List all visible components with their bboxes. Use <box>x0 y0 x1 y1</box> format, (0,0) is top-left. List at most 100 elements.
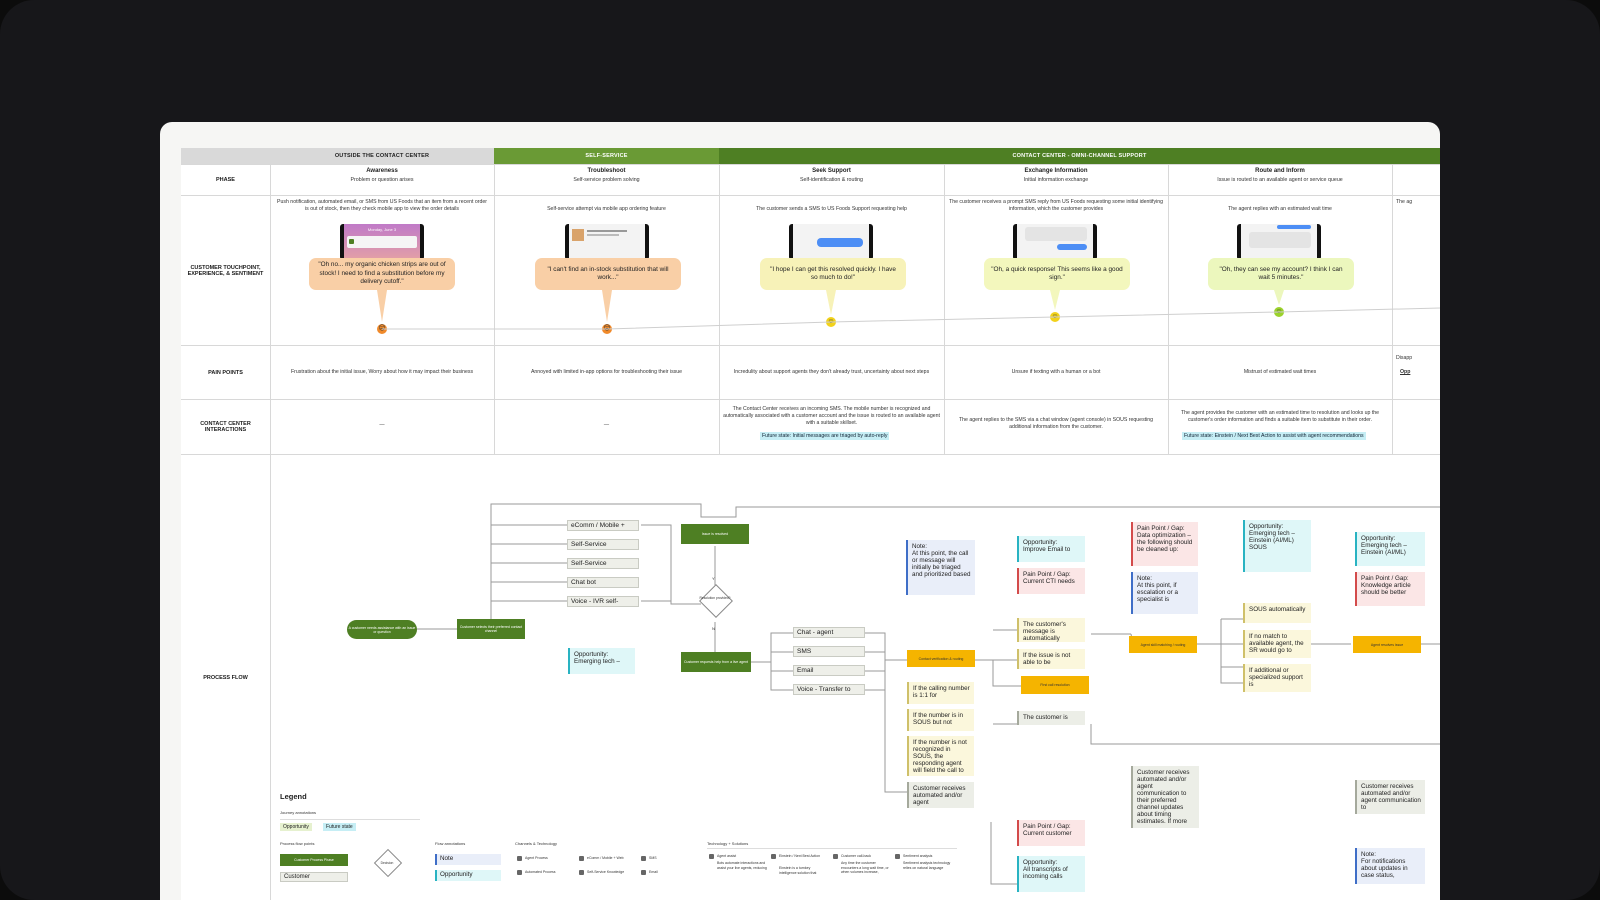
sticky-body: Current customer <box>1023 830 1072 837</box>
row-label-pain-points: PAIN POINTS <box>181 346 270 399</box>
start-node[interactable]: A customer needs assistance with an issu… <box>347 620 417 639</box>
condition-sticky[interactable]: If the calling number is 1:1 for <box>907 682 974 704</box>
legend-tech-name: Customer call-back <box>841 854 871 858</box>
agent-channel-voice-node[interactable]: Voice - Transfer to <box>793 684 865 695</box>
legend-divider <box>280 819 420 820</box>
decision-no-label: N <box>712 626 715 631</box>
no-match-sticky[interactable]: If no match to available agent, the SR w… <box>1243 630 1311 658</box>
opportunity-sticky[interactable]: Opportunity: Emerging tech – <box>568 648 635 674</box>
sticky-body: Knowledge article should be better <box>1361 582 1411 596</box>
legend-channels-heading: Channels & Technology <box>515 841 557 846</box>
row-divider <box>181 399 1440 400</box>
legend-tech-heading: Technology + Solutions <box>707 841 749 846</box>
sticky-heading: Pain Point / Gap: <box>1023 571 1071 578</box>
legend-tech-name: Sentiment analysis <box>903 854 933 858</box>
agent-process-icon <box>517 856 522 861</box>
auto-message-sticky[interactable]: The customer's message is automatically <box>1017 618 1085 642</box>
channel-self-service-node[interactable]: Self-Service <box>567 539 639 550</box>
sticky-body: Current CTI needs <box>1023 578 1075 585</box>
legend-flow-heading: Flow annotations <box>435 841 466 846</box>
legend-channel-item: eComm / Mobile + Web <box>587 856 624 860</box>
sous-auto-sticky[interactable]: SOUS automatically <box>1243 603 1311 623</box>
pain-point-sticky[interactable]: Pain Point / Gap: Knowledge article shou… <box>1355 572 1425 606</box>
legend-channel-item: Self-Service Knowledge <box>587 870 625 874</box>
request-agent-node[interactable]: Customer requests help from a live agent <box>681 652 751 672</box>
sticky-body: Improve Email to <box>1023 546 1071 553</box>
pain-point-sticky[interactable]: Pain Point / Gap: Data optimization – th… <box>1131 522 1198 566</box>
note-sticky[interactable]: Note: At this point, the call or message… <box>906 540 975 595</box>
condition-sticky[interactable]: If the number is in SOUS but not <box>907 709 974 731</box>
sticky-body: Emerging tech – Einstein (AI/ML) <box>1361 542 1407 556</box>
opportunity-sticky[interactable]: Opportunity: Improve Email to <box>1017 536 1085 562</box>
customer-receives-sticky[interactable]: Customer receives automated and/or agent… <box>1131 766 1199 828</box>
choose-channel-node[interactable]: Customer selects their preferred contact… <box>457 619 525 639</box>
interaction-text: The agent replies to the SMS via a chat … <box>958 417 1154 430</box>
app-frame: OUTSIDE THE CONTACT CENTER SELF-SERVICE … <box>0 0 1600 900</box>
channel-ivr-node[interactable]: Voice - IVR self- <box>567 596 639 607</box>
agent-resolves-node[interactable]: Agent resolves issue <box>1353 636 1421 653</box>
decision-yes-label: Y <box>712 576 715 581</box>
legend-decision-label: Decision <box>380 861 394 865</box>
note-sticky[interactable]: Note: For notifications about updates in… <box>1355 848 1425 884</box>
sticky-heading: Note: <box>912 543 928 550</box>
legend-tech-name: Agent assist <box>717 854 737 858</box>
sticky-heading: Opportunity: <box>1361 535 1396 542</box>
agent-channel-sms-node[interactable]: SMS <box>793 646 865 657</box>
legend-customer-process-node: Customer Process Phase <box>280 854 348 866</box>
legend-channel-item: Agent Process <box>525 856 548 860</box>
verification-routing-node[interactable]: Contact verification & routing <box>907 650 975 667</box>
future-state-tag: Future state: Einstein / Next Best Actio… <box>1182 432 1366 440</box>
legend-journey-heading: Journey annotations <box>280 810 317 815</box>
pain-point-text: Unsure if texting with a human or a bot <box>1011 369 1101 375</box>
sticky-heading: Opportunity: <box>574 651 609 658</box>
sticky-body: Emerging tech – <box>574 658 620 665</box>
customer-receives-sticky[interactable]: Customer receives automated and/or agent… <box>1355 780 1425 814</box>
mobile-icon <box>579 856 584 861</box>
legend-channel-item: Automated Process <box>525 870 556 874</box>
legend-tech-desc: Any time the customer encounters a long … <box>841 861 889 874</box>
channel-self-service-node[interactable]: Self-Service <box>567 558 639 569</box>
customer-receives-sticky[interactable]: Customer receives automated and/or agent <box>907 782 974 808</box>
legend-customer-node: Customer <box>280 872 348 882</box>
pain-point-sticky[interactable]: Pain Point / Gap: Current CTI needs <box>1017 568 1085 594</box>
channel-chat-bot-node[interactable]: Chat bot <box>567 577 639 588</box>
pain-point-text: Frustration about the initial issue, Wor… <box>290 369 474 375</box>
opportunity-sticky[interactable]: Opportunity: Emerging tech – Einstein (A… <box>1355 532 1425 566</box>
automated-process-icon <box>517 870 522 875</box>
sticky-body: SOUS <box>1249 544 1267 551</box>
sentiment-curve <box>382 307 1440 330</box>
legend-divider <box>707 848 957 849</box>
condition-sticky[interactable]: If the number is not recognized in SOUS,… <box>907 736 974 776</box>
agent-skill-matching-node[interactable]: Agent skill matching / routing <box>1129 636 1197 653</box>
journey-map: OUTSIDE THE CONTACT CENTER SELF-SERVICE … <box>181 148 1440 900</box>
note-sticky[interactable]: Note: At this point, if escalation or a … <box>1131 572 1198 614</box>
channel-ecomm-node[interactable]: eComm / Mobile + <box>567 520 639 531</box>
sticky-heading: Pain Point / Gap: <box>1023 823 1071 830</box>
legend-tech-name: Einstein / Next Best Action <box>779 854 821 858</box>
sticky-heading: Pain Point / Gap: <box>1137 525 1185 532</box>
additional-support-sticky[interactable]: If additional or specialized support is <box>1243 664 1311 692</box>
sticky-body: For notifications about updates in case … <box>1361 858 1408 879</box>
opportunity-text: Opp <box>1400 369 1411 375</box>
sticky-body: At this point, the call or message will … <box>912 550 971 578</box>
agent-assist-icon <box>709 854 714 859</box>
pain-point-text: Annoyed with limited in-app options for … <box>530 369 683 375</box>
customer-is-sticky[interactable]: The customer is <box>1017 711 1085 725</box>
pain-point-text: Incredulity about support agents they do… <box>733 369 930 375</box>
email-icon <box>641 870 646 875</box>
agent-channel-chat-node[interactable]: Chat - agent <box>793 627 865 638</box>
opportunity-sticky[interactable]: Opportunity: All transcripts of incoming… <box>1017 856 1085 892</box>
opportunity-sticky[interactable]: Opportunity: Emerging tech – Einstein (A… <box>1243 520 1311 572</box>
whiteboard-canvas[interactable]: OUTSIDE THE CONTACT CENTER SELF-SERVICE … <box>160 122 1440 900</box>
pain-point-sticky[interactable]: Pain Point / Gap: Current customer <box>1017 820 1085 846</box>
legend-channel-item: Email <box>649 870 658 874</box>
first-call-resolution-node[interactable]: First call resolution <box>1021 676 1089 694</box>
agent-channel-email-node[interactable]: Email <box>793 665 865 676</box>
issue-resolved-node[interactable]: Issue is resolved <box>681 524 749 544</box>
sticky-heading: Opportunity: <box>1249 523 1284 530</box>
legend-opportunity-sticky: Opportunity <box>435 870 501 881</box>
sticky-body: Emerging tech – Einstein (AI/ML) <box>1249 530 1295 544</box>
interaction-text: — <box>379 422 385 428</box>
knowledge-icon <box>579 870 584 875</box>
if-issue-sticky[interactable]: If the issue is not able to be <box>1017 649 1085 669</box>
